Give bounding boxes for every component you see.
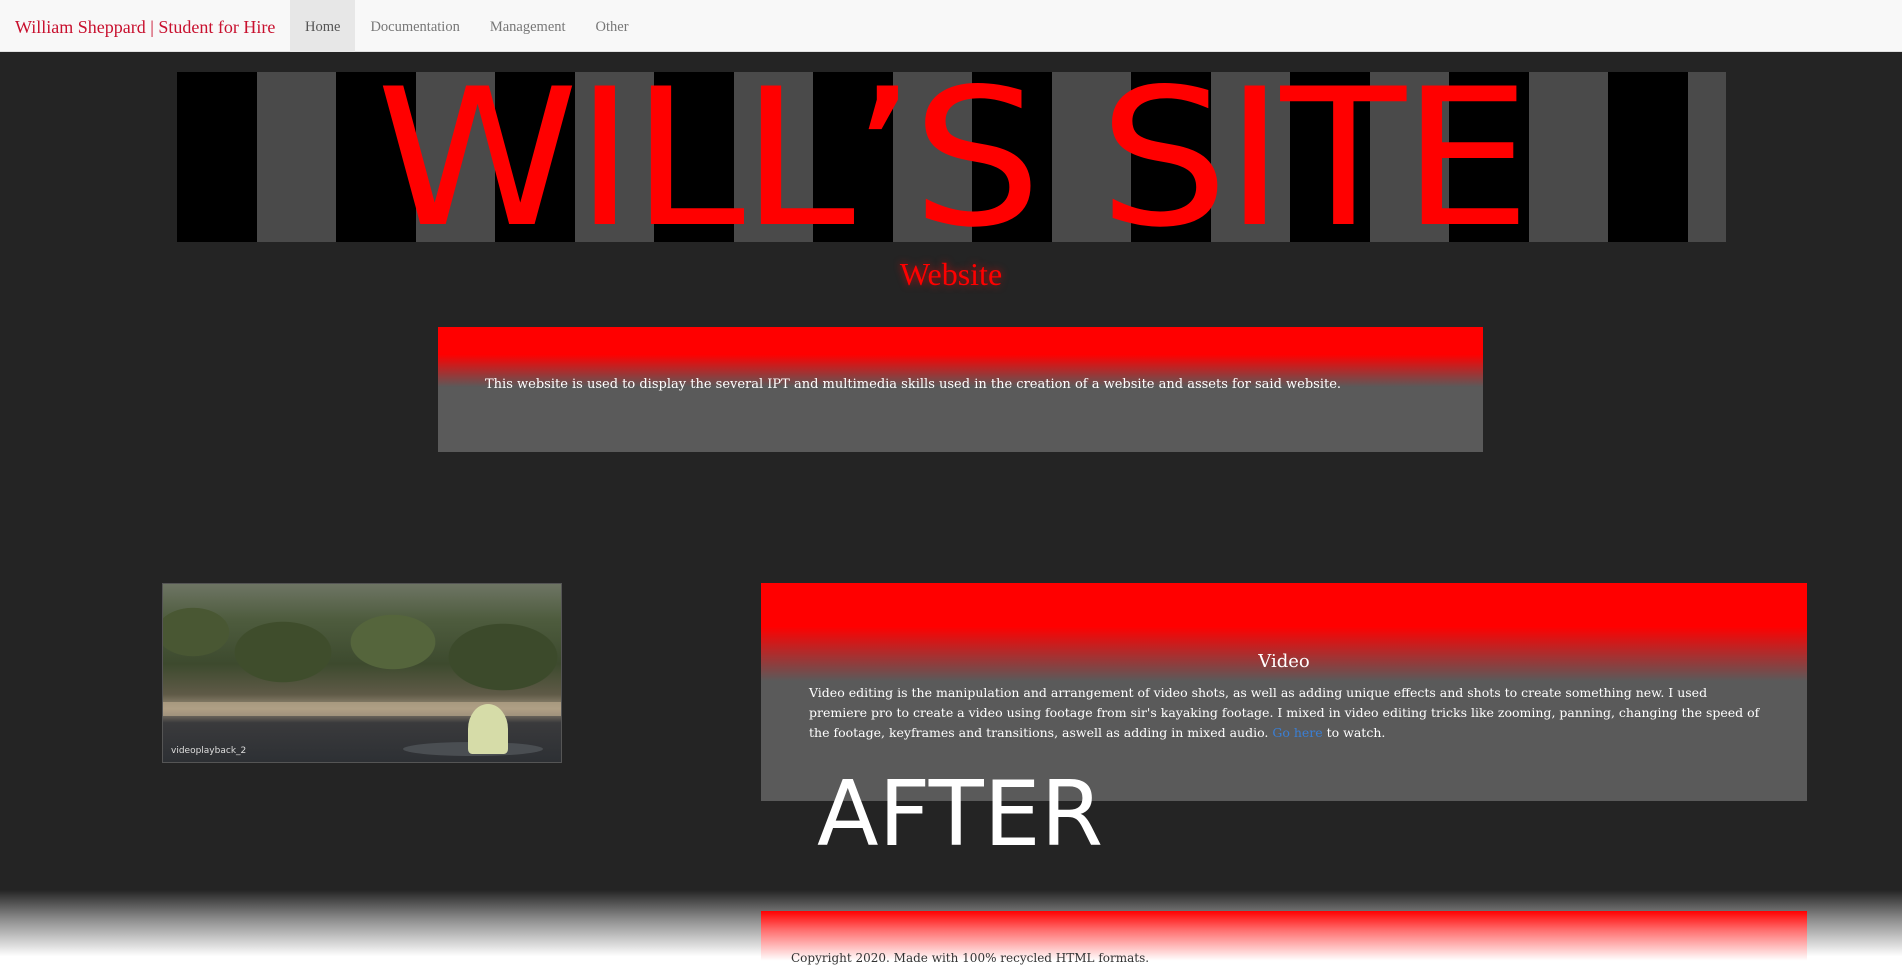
video-link[interactable]: Go here [1272,725,1322,740]
footer-panel: Copyright 2020. Made with 100% recycled … [761,911,1807,973]
footer-copyright: Copyright 2020. Made with 100% recycled … [791,951,1150,965]
page-subtitle: Website [899,256,1003,292]
video-section-body: Video editing is the manipulation and ar… [809,683,1769,743]
nav-item-management[interactable]: Management [475,0,581,52]
nav-item-home[interactable]: Home [290,0,356,52]
video-thumbnail-caption: videoplayback_2 [171,746,247,756]
intro-text: This website is used to display the seve… [485,377,1342,392]
video-thumbnail[interactable]: videoplayback_2 [162,583,562,763]
video-section-heading: Video [1258,651,1310,672]
top-navbar: William Sheppard | Student for Hire Home… [0,0,1902,52]
site-banner-image: WILL’S SITE [177,72,1726,242]
video-link-suffix: to watch. [1322,725,1386,740]
nav-menu: Home Documentation Management Other [290,0,644,52]
nav-item-documentation[interactable]: Documentation [355,0,474,52]
nav-item-other[interactable]: Other [581,0,644,52]
site-brand[interactable]: William Sheppard | Student for Hire [15,0,275,52]
intro-panel: This website is used to display the seve… [438,327,1483,452]
after-label: AFTER [817,762,1104,867]
banner-title: WILL’S SITE [375,72,1531,242]
